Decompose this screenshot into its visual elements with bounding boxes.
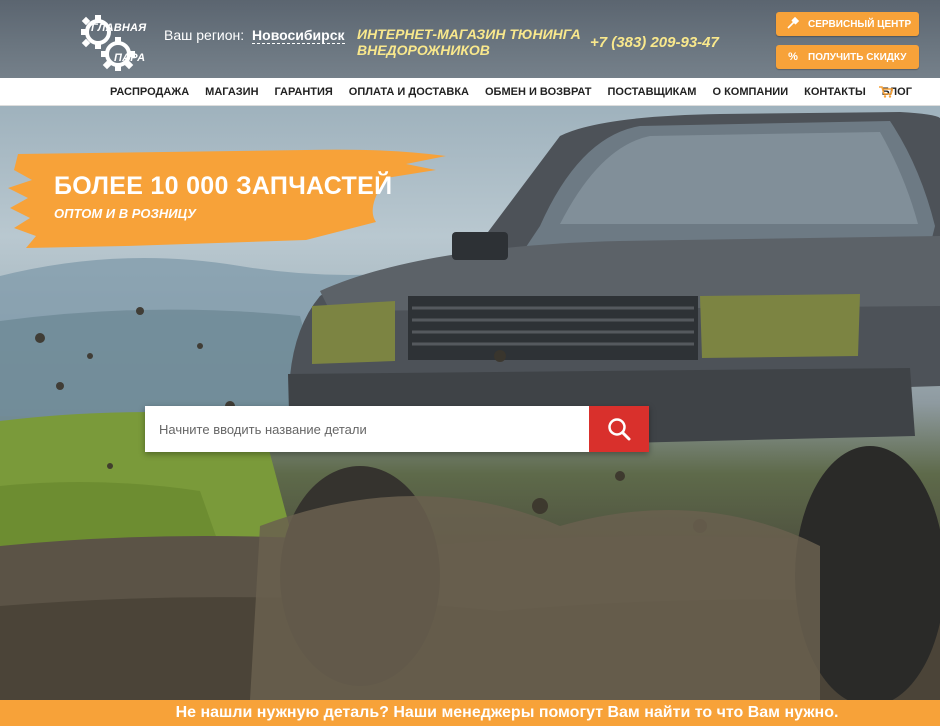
nav-item-exchange-return[interactable]: ОБМЕН И ВОЗВРАТ (485, 86, 591, 98)
site-tagline: ИНТЕРНЕТ-МАГАЗИН ТЮНИНГА ВНЕДОРОЖНИКОВ (357, 26, 581, 58)
nav-item-suppliers[interactable]: ПОСТАВЩИКАМ (607, 86, 696, 98)
region-selector: Ваш регион: Новосибирск (164, 27, 345, 44)
phone-number[interactable]: +7 (383) 209-93-47 (590, 34, 719, 51)
logo-text-top: ГЛАВНАЯ (91, 22, 147, 34)
tools-icon (786, 16, 800, 32)
promo-title: БОЛЕЕ 10 000 ЗАПЧАСТЕЙ (54, 172, 393, 200)
nav-items: РАСПРОДАЖА МАГАЗИН ГАРАНТИЯ ОПЛАТА И ДОС… (110, 78, 928, 106)
help-banner[interactable]: Не нашли нужную деталь? Наши менеджеры п… (0, 700, 940, 726)
promo-banner: БОЛЕЕ 10 000 ЗАПЧАСТЕЙ ОПТОМ И В РОЗНИЦУ (6, 148, 452, 252)
nav-item-warranty[interactable]: ГАРАНТИЯ (275, 86, 333, 98)
main-nav: РАСПРОДАЖА МАГАЗИН ГАРАНТИЯ ОПЛАТА И ДОС… (0, 78, 940, 106)
percent-icon: % (788, 51, 798, 63)
service-center-label: СЕРВИСНЫЙ ЦЕНТР (808, 18, 912, 30)
search-bar (145, 406, 649, 452)
logo[interactable]: ГЛАВНАЯ ПАРА (78, 12, 147, 74)
service-center-button[interactable]: СЕРВИСНЫЙ ЦЕНТР (776, 12, 919, 36)
search-input[interactable] (145, 406, 589, 452)
get-discount-button[interactable]: % ПОЛУЧИТЬ СКИДКУ (776, 45, 919, 69)
promo-subtitle: ОПТОМ И В РОЗНИЦУ (54, 206, 196, 221)
logo-text-bottom: ПАРА (114, 52, 146, 64)
search-icon (608, 418, 631, 441)
nav-item-shop[interactable]: МАГАЗИН (205, 86, 258, 98)
region-city-link[interactable]: Новосибирск (252, 27, 345, 44)
region-label: Ваш регион: (164, 27, 245, 43)
nav-item-sale[interactable]: РАСПРОДАЖА (110, 86, 189, 98)
cart-icon[interactable] (879, 85, 894, 98)
nav-item-about[interactable]: О КОМПАНИИ (712, 86, 788, 98)
site-header: ГЛАВНАЯ ПАРА Ваш регион: Новосибирск ИНТ… (0, 0, 940, 78)
nav-item-contacts[interactable]: КОНТАКТЫ (804, 86, 866, 98)
get-discount-label: ПОЛУЧИТЬ СКИДКУ (808, 51, 907, 63)
nav-item-payment-delivery[interactable]: ОПЛАТА И ДОСТАВКА (349, 86, 469, 98)
hero-banner: БОЛЕЕ 10 000 ЗАПЧАСТЕЙ ОПТОМ И В РОЗНИЦУ (0, 106, 940, 700)
search-button[interactable] (589, 406, 649, 452)
